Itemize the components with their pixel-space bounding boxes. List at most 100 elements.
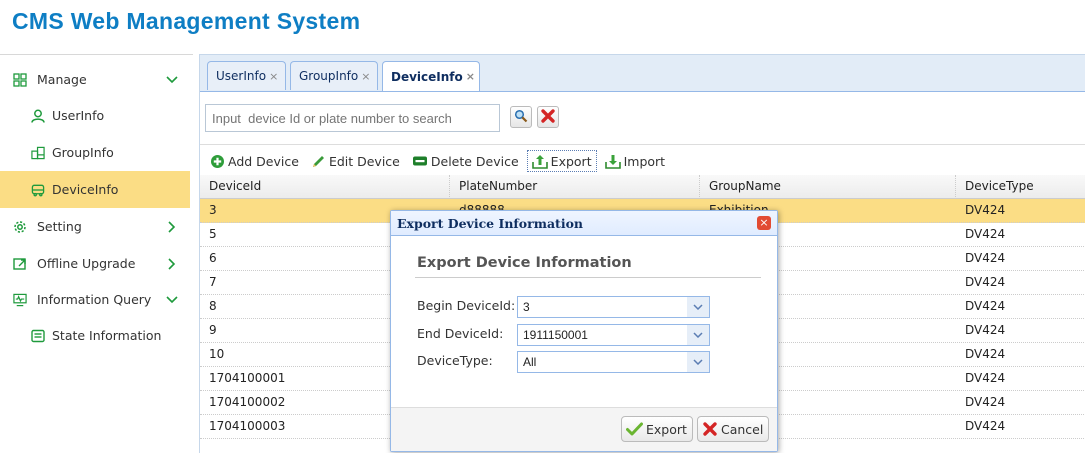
chevron-down-icon: [166, 294, 178, 306]
cell-device-type: DV424: [965, 299, 1006, 313]
import-icon: [604, 154, 621, 169]
close-icon[interactable]: ×: [269, 70, 278, 83]
tab-label: DeviceInfo: [391, 69, 463, 84]
export-icon: [531, 154, 548, 169]
cell-device-type: DV424: [965, 419, 1006, 433]
search-button[interactable]: [510, 106, 532, 128]
add-device-label: Add Device: [228, 153, 299, 169]
cell-device-type: DV424: [965, 395, 1006, 409]
dialog-heading: Export Device Information: [417, 255, 632, 271]
tab-userinfo[interactable]: UserInfo ×: [207, 61, 286, 90]
tab-bar: UserInfo × GroupInfo × DeviceInfo ×: [200, 55, 1085, 92]
bus-icon: [31, 183, 45, 197]
cell-device-type: DV424: [965, 251, 1006, 265]
column-header[interactable]: DeviceId: [200, 175, 450, 199]
close-icon[interactable]: ×: [361, 70, 370, 83]
sidebar-item-manage[interactable]: Manage: [0, 61, 190, 98]
edit-device-button[interactable]: Edit Device: [307, 150, 404, 172]
cell-device-type: DV424: [965, 203, 1006, 217]
end-deviceid-label: End DeviceId:: [417, 326, 504, 341]
chevron-down-icon[interactable]: [687, 297, 709, 317]
dialog-body: Export Device Information Begin DeviceId…: [399, 236, 769, 408]
begin-deviceid-combo[interactable]: 3: [517, 296, 710, 318]
sidebar-item-label: State Information: [52, 328, 162, 343]
begin-deviceid-value: 3: [523, 300, 530, 314]
export-dialog: Export Device Information × Export Devic…: [390, 210, 778, 452]
sidebar-item-deviceinfo[interactable]: DeviceInfo: [0, 171, 190, 208]
column-header[interactable]: DeviceType: [956, 175, 1085, 199]
add-icon: [211, 154, 224, 168]
tab-groupinfo[interactable]: GroupInfo ×: [290, 61, 378, 90]
devicetype-label: DeviceType:: [417, 353, 493, 368]
sidebar-item-offline-upgrade[interactable]: Offline Upgrade: [0, 245, 190, 282]
column-header[interactable]: PlateNumber: [450, 175, 700, 199]
close-icon[interactable]: ×: [757, 216, 771, 230]
sidebar-item-label: UserInfo: [52, 108, 105, 123]
chevron-right-icon: [166, 257, 178, 270]
delete-device-button[interactable]: Delete Device: [408, 150, 523, 172]
cancel-icon: [703, 422, 717, 436]
sidebar-item-label: DeviceInfo: [52, 182, 119, 197]
end-deviceid-value: 1911150001: [523, 328, 588, 342]
close-icon[interactable]: ×: [466, 70, 475, 83]
devicetype-combo[interactable]: All: [517, 351, 710, 373]
export-button[interactable]: Export: [526, 150, 597, 172]
sidebar-item-label: Offline Upgrade: [37, 256, 136, 271]
sidebar-item-label: Setting: [37, 219, 82, 234]
export-confirm-button[interactable]: Export: [621, 416, 693, 442]
app-title: CMS Web Management System: [12, 8, 361, 34]
divider: [415, 277, 761, 278]
sidebar-item-label: Information Query: [37, 292, 152, 307]
end-deviceid-combo[interactable]: 1911150001: [517, 324, 710, 346]
tab-label: GroupInfo: [299, 69, 359, 83]
cell-device-type: DV424: [965, 323, 1006, 337]
sidebar-item-setting[interactable]: Setting: [0, 208, 190, 245]
group-icon: [31, 146, 45, 160]
cell-device-type: DV424: [965, 275, 1006, 289]
sidebar-item-information-query[interactable]: Information Query: [0, 281, 190, 318]
cancel-label: Cancel: [721, 421, 764, 437]
sidebar-item-groupinfo[interactable]: GroupInfo: [0, 134, 190, 171]
devicetype-value: All: [523, 355, 537, 369]
search-icon: [514, 109, 528, 126]
gear-icon: [13, 220, 27, 234]
chevron-down-icon[interactable]: [687, 325, 709, 345]
sidebar-item-label: Manage: [37, 72, 87, 87]
toolbar: Add Device Edit Device Delete Device Exp…: [206, 149, 673, 173]
import-label: Import: [623, 153, 666, 169]
begin-deviceid-label: Begin DeviceId:: [417, 298, 516, 313]
add-device-button[interactable]: Add Device: [206, 150, 303, 172]
edit-device-label: Edit Device: [328, 153, 400, 169]
search-input[interactable]: [205, 104, 500, 132]
dialog-header[interactable]: Export Device Information ×: [391, 211, 777, 236]
column-header[interactable]: GroupName: [700, 175, 956, 199]
cell-device-type: DV424: [965, 347, 1006, 361]
grid-icon: [13, 72, 27, 87]
clear-icon: [540, 108, 556, 127]
cancel-button[interactable]: Cancel: [697, 416, 770, 442]
delete-device-label: Delete Device: [430, 153, 519, 169]
checkmark-icon: [626, 422, 643, 436]
table-header: DeviceId PlateNumber GroupName DeviceTyp…: [200, 175, 1085, 199]
chevron-down-icon: [166, 74, 178, 86]
dialog-title: Export Device Information: [397, 216, 583, 231]
dialog-footer: Export Cancel: [391, 407, 777, 451]
cell-device-type: DV424: [965, 227, 1006, 241]
monitor-icon: [13, 293, 27, 307]
toolbar-divider: [200, 144, 1085, 145]
chevron-down-icon[interactable]: [687, 352, 709, 372]
tab-label: UserInfo: [216, 69, 267, 83]
delete-icon: [412, 156, 427, 166]
export-label: Export: [550, 153, 592, 169]
clear-search-button[interactable]: [537, 106, 559, 128]
import-button[interactable]: Import: [601, 150, 670, 172]
user-icon: [31, 109, 45, 123]
sidebar-item-state-information[interactable]: State Information: [0, 317, 190, 354]
chevron-right-icon: [166, 220, 178, 233]
export-confirm-label: Export: [646, 421, 687, 437]
document-icon: [31, 329, 45, 343]
tab-deviceinfo[interactable]: DeviceInfo ×: [382, 61, 480, 91]
cell-device-type: DV424: [965, 371, 1006, 385]
sidebar-item-userinfo[interactable]: UserInfo: [0, 97, 190, 134]
pencil-icon: [312, 155, 324, 167]
